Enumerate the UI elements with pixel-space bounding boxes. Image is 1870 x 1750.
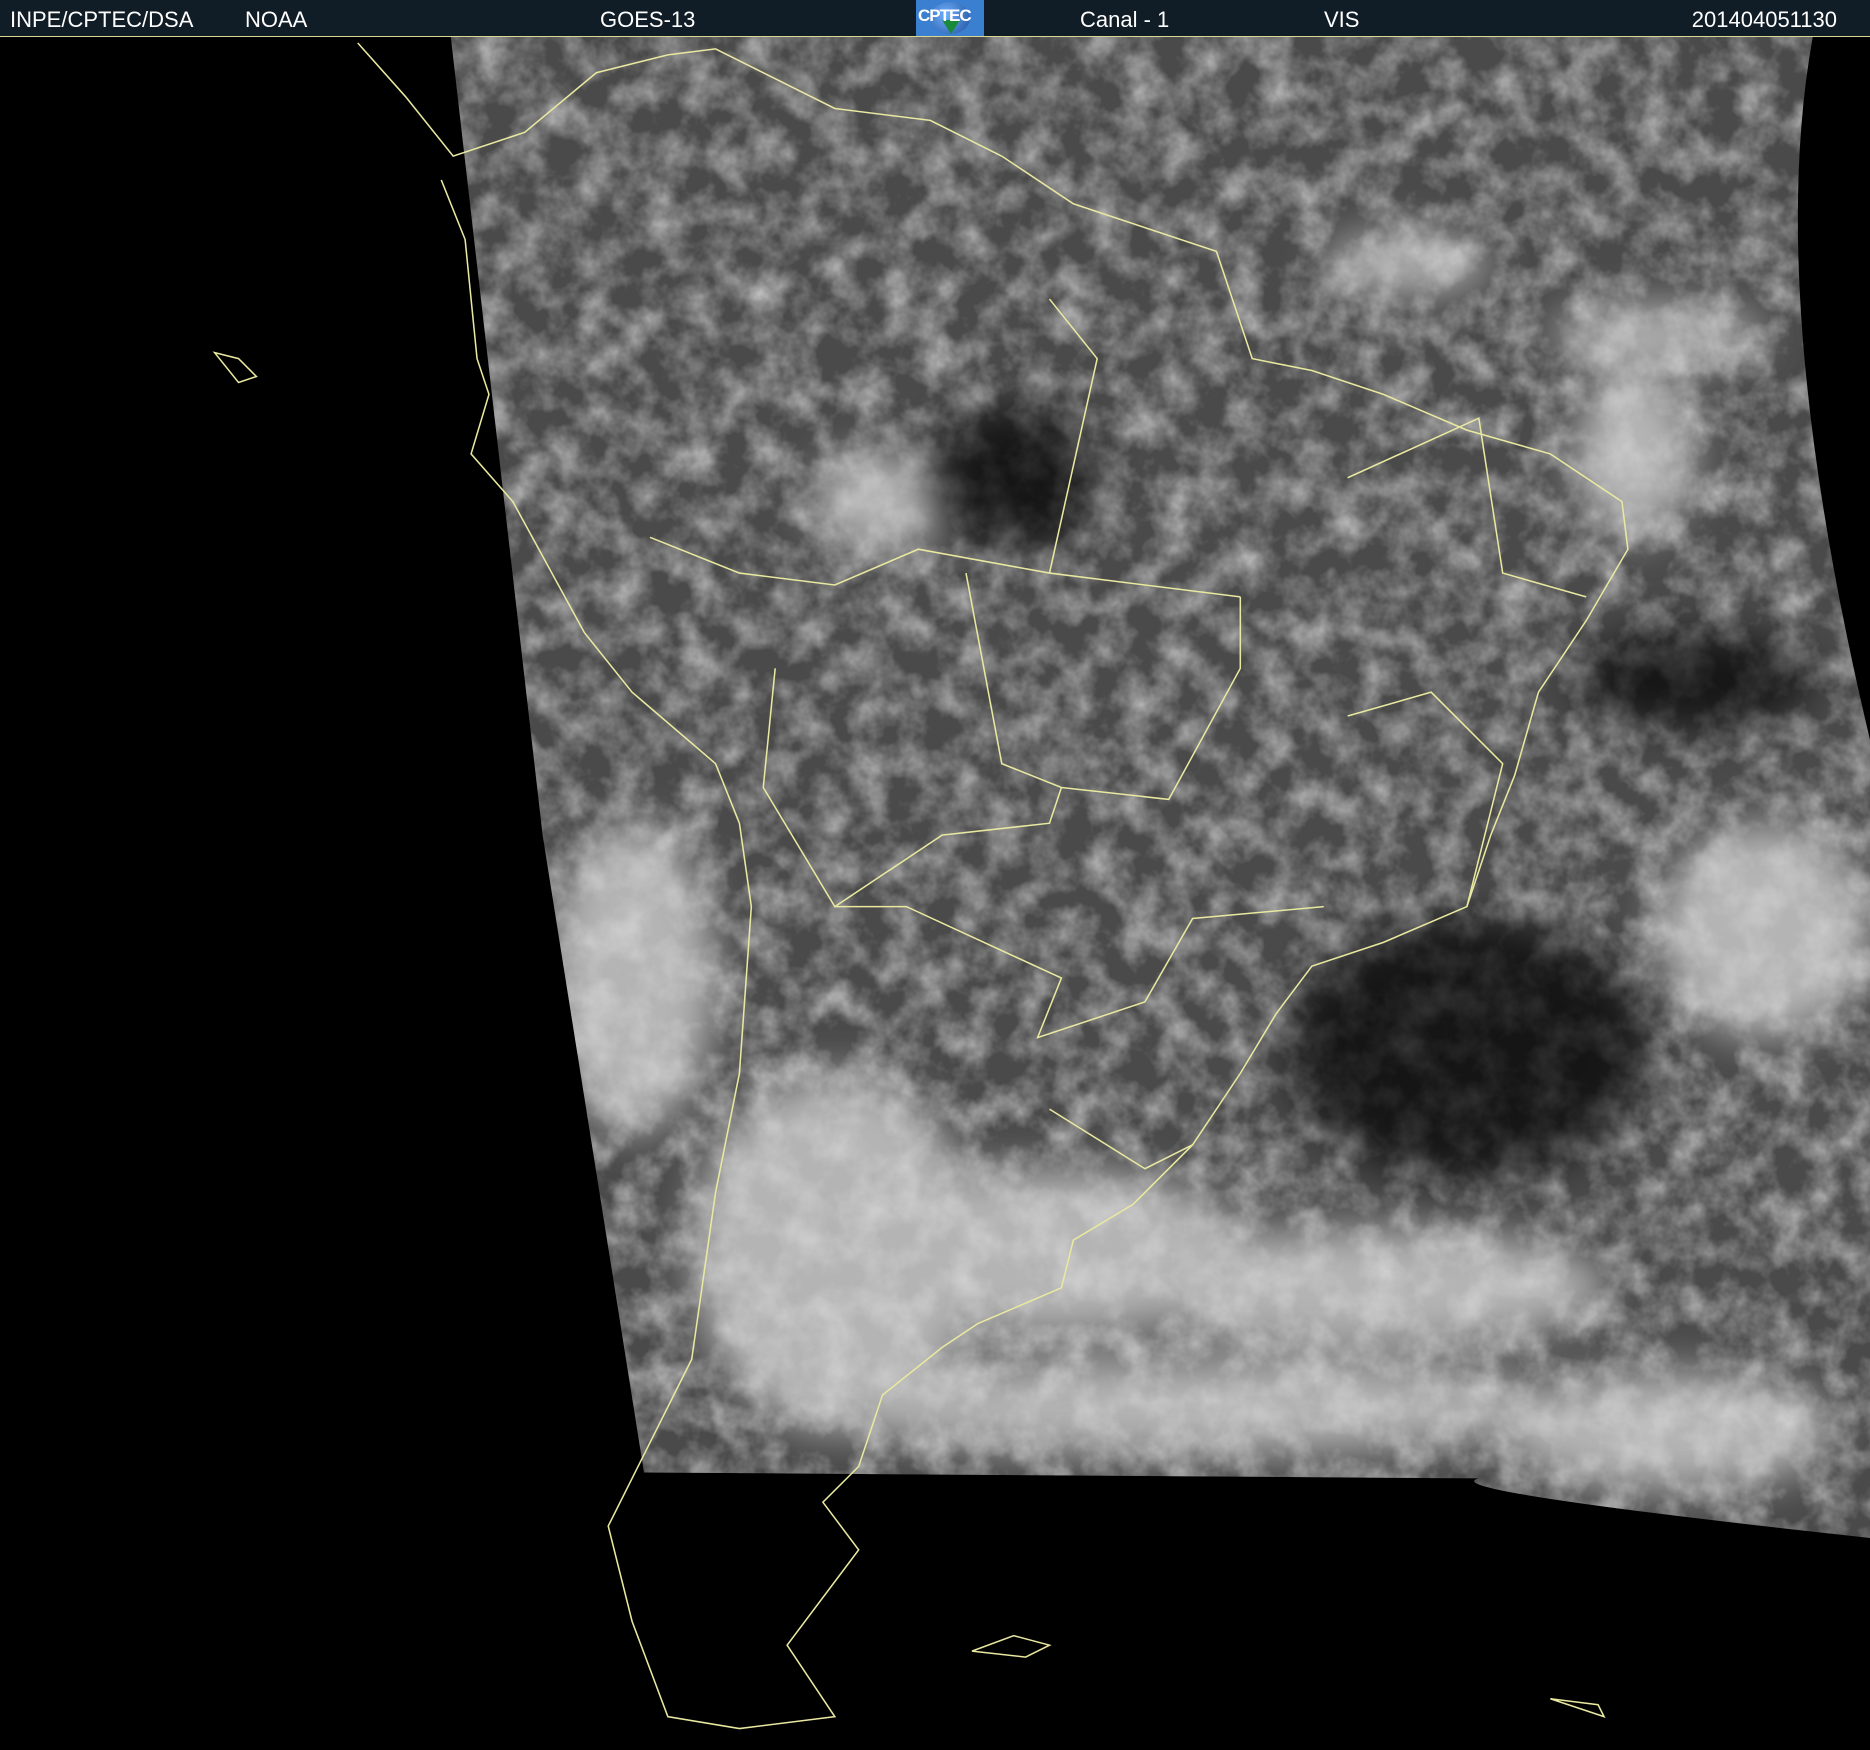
timestamp-label: 201404051130 [1691,7,1837,32]
cptec-logo: CPTEC [916,0,984,36]
image-header: INPE/CPTEC/DSA NOAA GOES-13 CPTEC Canal … [0,0,1870,37]
satellite-label: GOES-13 [600,7,696,32]
institution-label: INPE/CPTEC/DSA [10,7,194,32]
logo-text: CPTEC [918,6,972,25]
channel-label: Canal - 1 [1080,7,1170,32]
agency-label: NOAA [245,7,308,32]
band-label: VIS [1324,7,1360,32]
satellite-image [0,37,1870,1750]
